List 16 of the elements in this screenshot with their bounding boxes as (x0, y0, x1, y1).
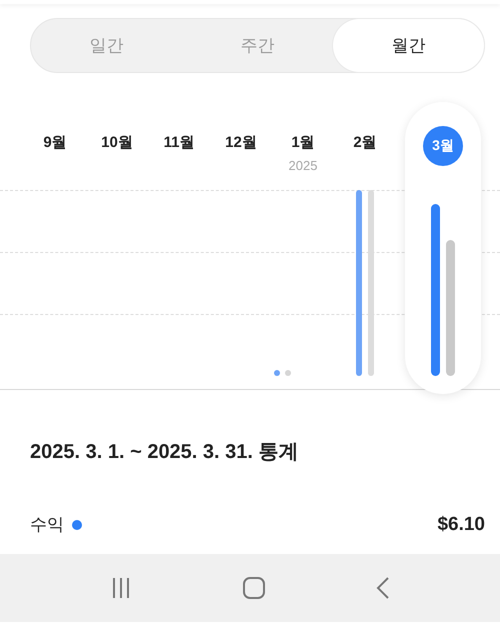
revenue-label: 수익 (30, 514, 64, 536)
month-label[interactable]: 11월 (164, 133, 194, 152)
month-label[interactable]: 3월 (423, 126, 463, 166)
selected-month-card[interactable]: 3월 (405, 102, 481, 394)
month-label[interactable]: 12월 (225, 133, 257, 152)
period-stats-title: 2025. 3. 1. ~ 2025. 3. 31. 통계 (30, 440, 300, 465)
back-icon[interactable] (376, 576, 390, 600)
home-icon[interactable] (242, 576, 266, 600)
month-label[interactable]: 1월 (291, 133, 315, 152)
period-tab[interactable]: 월간 (333, 19, 484, 72)
recent-apps-icon[interactable] (110, 577, 132, 599)
month-label[interactable]: 10월 (101, 133, 133, 152)
revenue-value: $6.10 (437, 514, 485, 536)
year-label: 2025 (288, 158, 318, 173)
month-label[interactable]: 9월 (43, 133, 67, 152)
month-label[interactable]: 2월 (353, 133, 377, 152)
